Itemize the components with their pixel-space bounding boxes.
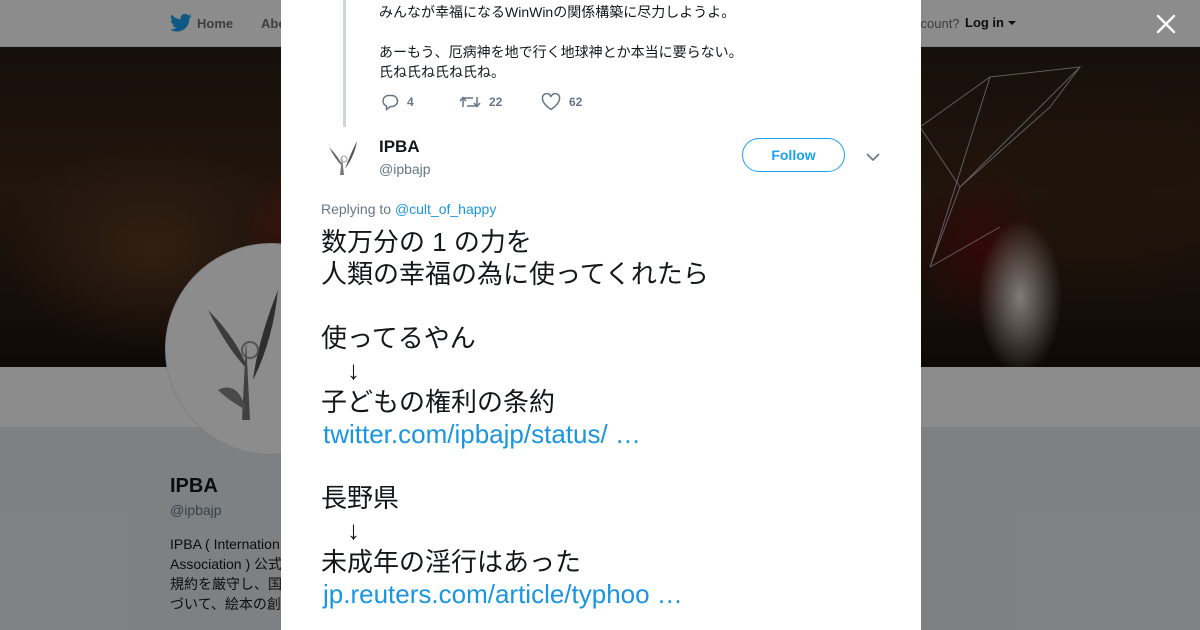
tweet-author-avatar[interactable] <box>321 135 365 179</box>
tweet-text-line: 子どもの権利の条約 <box>321 387 556 417</box>
tweet-author-name[interactable]: IPBA <box>379 137 420 157</box>
tweet-arrow-line: ↓ <box>347 515 360 545</box>
tweet-text-line: 長野県 <box>321 483 400 513</box>
tweet-link[interactable]: twitter.com/ipbajp/status/ … <box>321 418 901 450</box>
tweet-text-line <box>321 450 901 482</box>
chevron-down-icon[interactable] <box>865 150 881 164</box>
previous-tweet-line <box>379 22 743 42</box>
reply-icon <box>382 94 399 111</box>
tweet-text-line: 未成年の淫行はあった <box>321 547 582 577</box>
tweet-text-line: 人類の幸福の為に使ってくれたら <box>321 259 709 289</box>
heart-icon <box>541 93 561 111</box>
previous-tweet-text: みんなが幸福になるWinWinの関係構築に尽力しようよ。 あーもう、厄病神を地で… <box>379 2 743 82</box>
previous-tweet-line: みんなが幸福になるWinWinの関係構築に尽力しようよ。 <box>379 4 736 20</box>
tweet-arrow-line: ↓ <box>347 355 360 385</box>
previous-tweet-line: あーもう、厄病神を地で行く地球神とか本当に要らない。 <box>379 44 743 60</box>
like-count: 62 <box>569 95 583 109</box>
thread-connector-line <box>343 0 346 127</box>
reply-count: 4 <box>407 95 414 109</box>
follow-button[interactable]: Follow <box>742 138 845 172</box>
close-icon[interactable] <box>1154 12 1178 36</box>
retweet-count: 22 <box>489 95 503 109</box>
replying-prefix: Replying to <box>321 201 395 217</box>
replying-mention-link[interactable]: @cult_of_happy <box>395 201 496 217</box>
tweet-text-line: 数万分の 1 の力を <box>321 227 532 257</box>
tweet-author-handle[interactable]: @ipbajp <box>379 161 431 177</box>
retweet-action[interactable]: 22 <box>459 92 502 112</box>
tweet-link[interactable]: jp.reuters.com/article/typhoo … <box>321 578 901 610</box>
tweet-permalink-modal: みんなが幸福になるWinWinの関係構築に尽力しようよ。 あーもう、厄病神を地で… <box>281 0 921 630</box>
replying-to-context: Replying to @cult_of_happy <box>321 201 496 217</box>
previous-tweet-line: 氏ね氏ね氏ね氏ね。 <box>379 64 505 80</box>
tweet-text-line: 使ってるやん <box>321 323 476 353</box>
tweet-text: 数万分の 1 の力を 人類の幸福の為に使ってくれたら 使ってるやん ↓ 子どもの… <box>321 226 901 610</box>
reply-action[interactable]: 4 <box>381 92 414 112</box>
tweet-text-line <box>321 290 901 322</box>
like-action[interactable]: 62 <box>541 92 582 112</box>
retweet-icon <box>459 96 481 108</box>
